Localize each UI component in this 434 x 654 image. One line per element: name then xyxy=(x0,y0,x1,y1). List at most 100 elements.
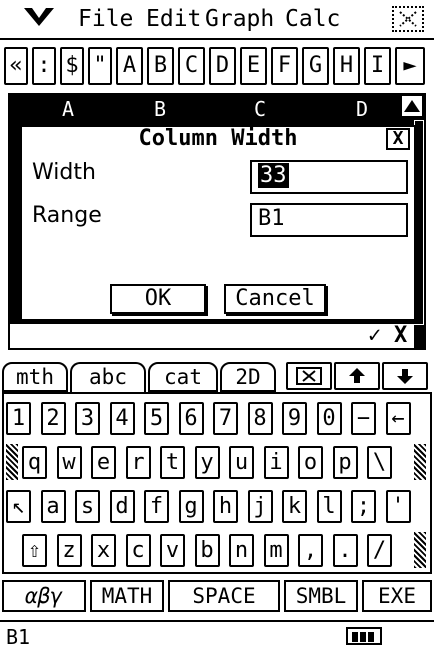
keyboard-down-arrow-icon[interactable] xyxy=(382,362,428,390)
key-row3-7[interactable]: j xyxy=(247,490,273,523)
tab-cat[interactable]: cat xyxy=(148,362,218,392)
key-row4-4[interactable]: v xyxy=(160,534,185,567)
key-row3-8[interactable]: k xyxy=(282,490,307,523)
toolbar-button-scroll-left[interactable]: « xyxy=(4,47,28,85)
column-header-b[interactable]: B xyxy=(154,97,166,121)
key-row1-8[interactable]: 9 xyxy=(282,402,307,435)
menu-edit[interactable]: Edit xyxy=(146,5,201,33)
ok-button[interactable]: OK xyxy=(110,284,206,314)
toolbar-button-d[interactable]: D xyxy=(209,47,236,85)
range-label: Range xyxy=(32,203,102,228)
key-row2-10[interactable]: \ xyxy=(367,446,392,479)
key-row4-5[interactable]: b xyxy=(194,534,220,567)
key-math[interactable]: MATH xyxy=(90,580,164,612)
toolbar-button-i[interactable]: I xyxy=(364,47,391,85)
key-row3-1[interactable]: a xyxy=(40,490,66,523)
key-row2-8[interactable]: o xyxy=(298,446,323,479)
key-row1-2[interactable]: 3 xyxy=(75,402,100,435)
key-row4-7[interactable]: m xyxy=(263,534,289,567)
key-row1-9[interactable]: 0 xyxy=(316,402,342,435)
key-row1-4[interactable]: 5 xyxy=(144,402,169,435)
key-row4-6[interactable]: n xyxy=(229,534,254,567)
key-row4-3[interactable]: c xyxy=(125,534,151,567)
key-row4-1[interactable]: z xyxy=(56,534,82,567)
key-smbl[interactable]: SMBL xyxy=(284,580,358,612)
key-row4-8[interactable]: , xyxy=(298,534,323,567)
key-row2-7[interactable]: i xyxy=(263,446,289,479)
menu-file[interactable]: File xyxy=(78,5,133,33)
key-row3-3[interactable]: d xyxy=(109,490,135,523)
key-row2-6[interactable]: u xyxy=(229,446,254,479)
key-row3-2[interactable]: s xyxy=(75,490,100,523)
toolbar-button-b[interactable]: B xyxy=(147,47,174,85)
key-row1-7[interactable]: 8 xyxy=(247,402,273,435)
column-header-c[interactable]: C xyxy=(254,97,266,121)
scroll-up-icon[interactable] xyxy=(402,96,422,116)
tab-abc[interactable]: abc xyxy=(70,362,146,392)
menu-calc[interactable]: Calc xyxy=(285,5,340,33)
menu-bar: File Edit Graph Calc xyxy=(0,0,434,40)
key-row3-6[interactable]: h xyxy=(213,490,238,523)
key-row2-4[interactable]: t xyxy=(160,446,185,479)
toolbar-button-colon[interactable]: : xyxy=(32,47,56,85)
toolbar-button-a[interactable]: A xyxy=(116,47,143,85)
toolbar-button-dollar[interactable]: $ xyxy=(60,47,84,85)
menu-triangle-icon[interactable] xyxy=(22,6,56,32)
key-row2-5[interactable]: y xyxy=(194,446,220,479)
key-row2-1[interactable]: w xyxy=(56,446,82,479)
toolbar-button-f[interactable]: F xyxy=(271,47,298,85)
toolbar-button-h[interactable]: H xyxy=(333,47,360,85)
width-input[interactable]: 33 xyxy=(250,160,408,194)
toolbar-button-e[interactable]: E xyxy=(240,47,267,85)
keyboard-abc: 1 2 3 4 5 6 7 8 9 0− ← q w e r t y u i o p \ ↖ a s d f g h j k l; ' ⇧ z… xyxy=(2,392,432,574)
keyboard-x-box-icon[interactable] xyxy=(286,362,332,390)
key-row1-10[interactable]: − xyxy=(351,402,376,435)
cancel-x-icon[interactable]: X xyxy=(394,324,418,348)
check-icon[interactable]: ✓ xyxy=(368,324,392,348)
key-row3-5[interactable]: g xyxy=(178,490,204,523)
toolbar-button-g[interactable]: G xyxy=(302,47,329,85)
toolbar-button-c[interactable]: C xyxy=(178,47,205,85)
key-row3-11[interactable]: ' xyxy=(385,490,411,523)
key-row2-9[interactable]: p xyxy=(332,446,358,479)
toolbar-button-scroll-right[interactable]: ► xyxy=(395,47,425,85)
current-cell: B1 xyxy=(6,625,31,649)
key-row4-10[interactable]: / xyxy=(367,534,392,567)
column-header-row: A B C D xyxy=(10,95,414,125)
key-row1-5[interactable]: 6 xyxy=(178,402,204,435)
battery-icon xyxy=(346,627,382,645)
key-row3-9[interactable]: l xyxy=(316,490,342,523)
range-input[interactable]: B1 xyxy=(250,203,408,237)
tab-mth[interactable]: mth xyxy=(2,362,68,392)
key-row1-0[interactable]: 1 xyxy=(6,402,31,435)
key-exe[interactable]: EXE xyxy=(362,580,432,612)
key-row2-2[interactable]: e xyxy=(91,446,116,479)
sheet-edit-line[interactable] xyxy=(10,324,414,348)
keyboard-up-arrow-icon[interactable] xyxy=(334,362,380,390)
key-row1-3[interactable]: 4 xyxy=(109,402,135,435)
column-header-d[interactable]: D xyxy=(356,97,368,121)
dialog-close-icon[interactable]: X xyxy=(386,128,410,150)
window-close-icon[interactable] xyxy=(392,6,424,32)
keyboard-spacer xyxy=(414,532,426,568)
key-row3-0[interactable]: ↖ xyxy=(6,490,31,523)
key-row1-11[interactable]: ← xyxy=(385,402,411,435)
key-row4-0[interactable]: ⇧ xyxy=(22,534,47,567)
menu-graph[interactable]: Graph xyxy=(205,5,274,33)
width-label: Width xyxy=(32,160,96,185)
key-row1-6[interactable]: 7 xyxy=(213,402,238,435)
toolbar-button-quote[interactable]: " xyxy=(88,47,112,85)
key-space[interactable]: SPACE xyxy=(168,580,280,612)
keyboard-spacer xyxy=(414,444,426,480)
key-greek[interactable]: αβγ xyxy=(2,580,86,612)
key-row3-10[interactable]: ; xyxy=(351,490,376,523)
key-row3-4[interactable]: f xyxy=(144,490,169,523)
key-row1-1[interactable]: 2 xyxy=(40,402,66,435)
key-row4-9[interactable]: . xyxy=(332,534,358,567)
key-row4-2[interactable]: x xyxy=(91,534,116,567)
key-row2-0[interactable]: q xyxy=(22,446,47,479)
tab-2d[interactable]: 2D xyxy=(220,362,276,392)
key-row2-3[interactable]: r xyxy=(125,446,151,479)
cancel-button[interactable]: Cancel xyxy=(224,284,326,314)
column-header-a[interactable]: A xyxy=(62,97,74,121)
